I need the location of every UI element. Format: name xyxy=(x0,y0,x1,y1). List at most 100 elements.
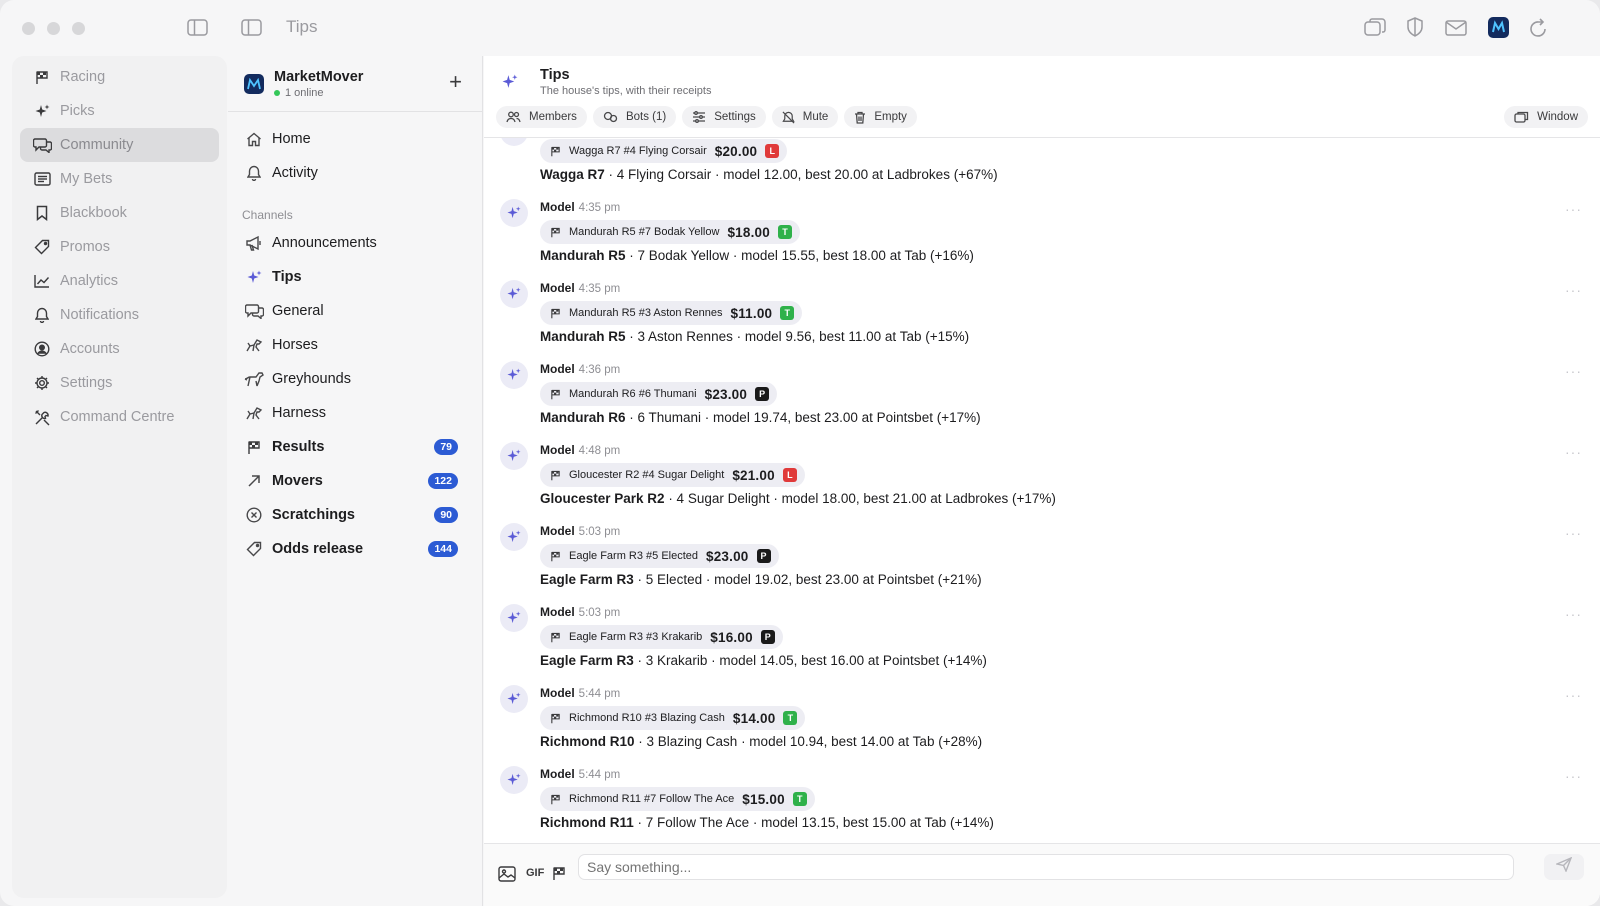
bell-icon xyxy=(244,163,264,183)
app-window: Tips Racing Picks Community My Bets Blac… xyxy=(0,0,1600,906)
chats-icon[interactable] xyxy=(1364,18,1386,38)
more-options-icon[interactable]: ··· xyxy=(1565,363,1582,379)
sidebar-item-command-centre[interactable]: Command Centre xyxy=(20,400,219,434)
refresh-icon[interactable] xyxy=(1529,17,1548,38)
sidebar-item-promos[interactable]: Promos xyxy=(20,230,219,264)
members-button[interactable]: Members xyxy=(496,106,587,128)
tip-price: $16.00 xyxy=(710,629,753,645)
user-circle-icon xyxy=(32,339,52,359)
server-header[interactable]: MarketMover 1 online + xyxy=(228,56,482,112)
tip-pill[interactable]: Gloucester R2 #4 Sugar Delight $21.00 L xyxy=(540,463,805,487)
channel-item-odds-release[interactable]: Odds release 144 xyxy=(228,532,482,566)
message-composer: GIF xyxy=(484,843,1600,906)
more-options-icon[interactable]: ··· xyxy=(1565,525,1582,541)
tip-pill[interactable]: Mandurah R5 #3 Aston Rennes $11.00 T xyxy=(540,301,803,325)
race-name: Richmond R10 xyxy=(540,734,635,749)
author-name: Model xyxy=(540,281,575,295)
close-window-button[interactable] xyxy=(22,22,35,35)
sparkle-icon xyxy=(244,267,264,287)
more-options-icon[interactable]: ··· xyxy=(1565,687,1582,703)
channel-item-movers[interactable]: Movers 122 xyxy=(228,464,482,498)
mail-icon[interactable] xyxy=(1445,20,1467,36)
tip-pill[interactable]: Richmond R11 #7 Follow The Ace $15.00 T xyxy=(540,787,815,811)
main-sidebar: Racing Picks Community My Bets Blackbook… xyxy=(12,56,227,898)
zoom-window-button[interactable] xyxy=(72,22,85,35)
more-options-icon[interactable]: ··· xyxy=(1565,282,1582,298)
gif-button[interactable]: GIF xyxy=(526,867,544,879)
channel-item-results[interactable]: Results 79 xyxy=(228,430,482,464)
channel-item-greyhounds[interactable]: Greyhounds xyxy=(228,362,482,396)
sidebar-item-racing[interactable]: Racing xyxy=(20,60,219,94)
author-name: Model xyxy=(540,524,575,538)
more-options-icon[interactable]: ··· xyxy=(1565,201,1582,217)
tip-pill[interactable]: Eagle Farm R3 #3 Krakarib $16.00 P xyxy=(540,625,783,649)
bell-off-icon xyxy=(782,111,795,124)
channel-label: Announcements xyxy=(272,235,377,251)
nav-item-home[interactable]: Home xyxy=(228,122,482,156)
tip-summary: · 5 Elected · model 19.02, best 23.00 at… xyxy=(633,572,982,587)
race-name: Wagga R7 xyxy=(540,167,605,182)
author-name: Model xyxy=(540,200,575,214)
tab-icon: T xyxy=(780,306,795,320)
channel-item-announcements[interactable]: Announcements xyxy=(228,226,482,260)
sidebar-item-analytics[interactable]: Analytics xyxy=(20,264,219,298)
message-feed[interactable]: Wagga R7 #4 Flying Corsair $20.00 L Wagg… xyxy=(484,138,1600,843)
tip-pill[interactable]: Eagle Farm R3 #5 Elected $23.00 P xyxy=(540,544,779,568)
shield-icon[interactable] xyxy=(1407,17,1423,37)
flag-icon[interactable] xyxy=(552,866,566,881)
nav-item-activity[interactable]: Activity xyxy=(228,156,482,190)
channel-item-general[interactable]: General xyxy=(228,294,482,328)
unread-badge: 79 xyxy=(434,439,458,455)
window-button[interactable]: Window xyxy=(1504,106,1588,128)
message-input[interactable] xyxy=(578,854,1514,880)
bots-button[interactable]: Bots (1) xyxy=(592,106,677,128)
sidebar-item-blackbook[interactable]: Blackbook xyxy=(20,196,219,230)
image-icon[interactable] xyxy=(498,866,516,882)
sidebar-item-picks[interactable]: Picks xyxy=(20,94,219,128)
channel-list-toggle-icon[interactable] xyxy=(241,19,262,36)
tip-pill[interactable]: Mandurah R6 #6 Thumani $23.00 P xyxy=(540,382,778,406)
sidebar-toggle-icon[interactable] xyxy=(187,19,208,36)
tip-price: $18.00 xyxy=(727,224,770,240)
channel-item-harness[interactable]: Harness xyxy=(228,396,482,430)
sidebar-item-accounts[interactable]: Accounts xyxy=(20,332,219,366)
channel-item-tips[interactable]: Tips xyxy=(228,260,482,294)
app-logo-icon[interactable] xyxy=(1488,17,1509,38)
more-options-icon[interactable]: ··· xyxy=(1565,444,1582,460)
channel-label: Greyhounds xyxy=(272,371,351,387)
tip-detail: Mandurah R6 · 6 Thumani · model 19.74, b… xyxy=(540,410,981,425)
channel-label: General xyxy=(272,303,324,319)
tip-price: $23.00 xyxy=(706,548,749,564)
send-button[interactable] xyxy=(1544,854,1584,880)
minimize-window-button[interactable] xyxy=(47,22,60,35)
sidebar-item-notifications[interactable]: Notifications xyxy=(20,298,219,332)
message: Model 4:35 pm ··· Mandurah R5 #3 Aston Re… xyxy=(484,278,1600,359)
channel-subtitle: The house's tips, with their receipts xyxy=(540,85,712,97)
sliders-icon xyxy=(692,111,706,123)
empty-button[interactable]: Empty xyxy=(844,106,917,128)
model-avatar xyxy=(500,138,528,146)
channel-item-scratchings[interactable]: Scratchings 90 xyxy=(228,498,482,532)
tip-price: $11.00 xyxy=(730,305,773,321)
more-options-icon[interactable]: ··· xyxy=(1565,606,1582,622)
online-status: 1 online xyxy=(274,87,363,99)
mute-button[interactable]: Mute xyxy=(771,106,839,128)
flag-icon xyxy=(550,146,561,157)
settings-button[interactable]: Settings xyxy=(682,106,766,128)
sparkle-icon xyxy=(502,74,518,95)
window-title: Tips xyxy=(286,17,318,36)
ladbrokes-icon: L xyxy=(765,144,780,158)
sidebar-item-settings[interactable]: Settings xyxy=(20,366,219,400)
author-name: Model xyxy=(540,443,575,457)
sidebar-item-community[interactable]: Community xyxy=(20,128,219,162)
channel-item-horses[interactable]: Horses xyxy=(228,328,482,362)
tip-summary: · 3 Aston Rennes · model 9.56, best 11.0… xyxy=(625,329,970,344)
add-channel-button[interactable]: + xyxy=(449,71,462,93)
more-options-icon[interactable]: ··· xyxy=(1565,768,1582,784)
tip-pill[interactable]: Richmond R10 #3 Blazing Cash $14.00 T xyxy=(540,706,806,730)
bookmark-icon xyxy=(32,203,52,223)
sidebar-item-my-bets[interactable]: My Bets xyxy=(20,162,219,196)
tip-pill[interactable]: Mandurah R5 #7 Bodak Yellow $18.00 T xyxy=(540,220,800,244)
sidebar-item-label: Analytics xyxy=(60,273,119,289)
tip-pill[interactable]: Wagga R7 #4 Flying Corsair $20.00 L xyxy=(540,139,788,163)
